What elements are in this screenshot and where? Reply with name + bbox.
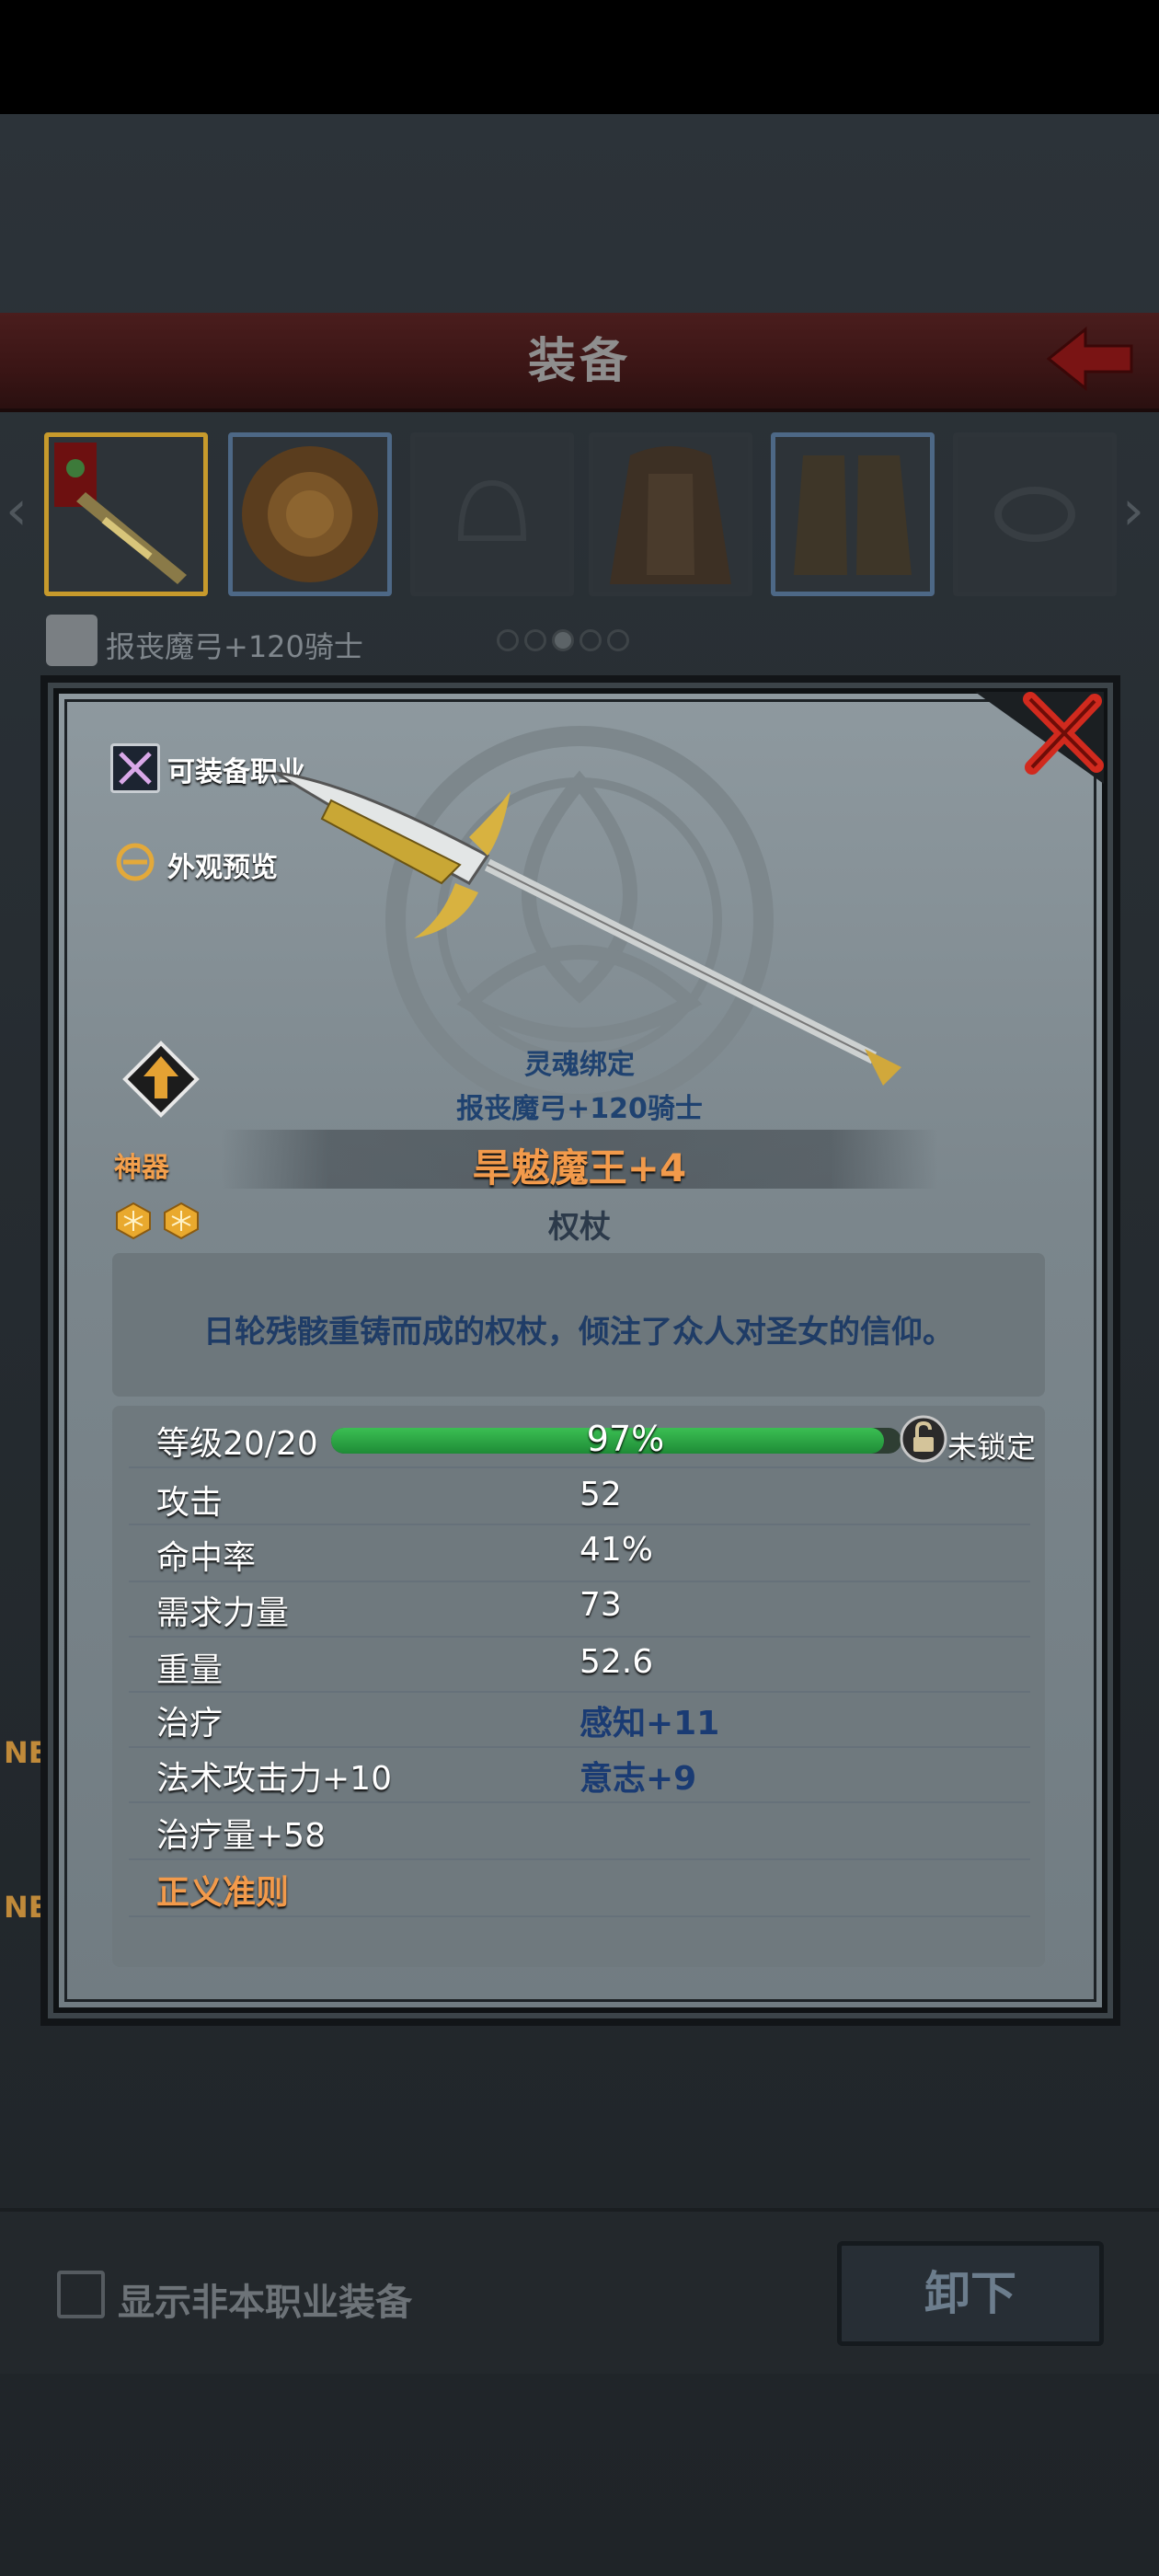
stat-label: 命中率 [156, 1539, 257, 1577]
item-name: 旱魃魔王+4 [472, 1145, 687, 1190]
side-label: NE [4, 1735, 49, 1770]
scepter-icon [54, 443, 187, 584]
stat-label: 治疗量+58 [156, 1817, 326, 1855]
slot-next-icon[interactable]: › [1122, 478, 1144, 543]
appearance-preview-icon[interactable] [114, 841, 156, 883]
set-bonus-label: 正义准则 [156, 1874, 290, 1912]
stat-value: 感知+11 [580, 1705, 720, 1742]
stat-label: 治疗 [156, 1705, 224, 1742]
page-dot [580, 629, 602, 651]
show-other-class-checkbox[interactable] [57, 2271, 105, 2318]
close-icon[interactable] [1014, 688, 1107, 780]
ring-icon [994, 487, 1075, 542]
page-title: 装备 [527, 334, 631, 389]
stat-label: 需求力量 [156, 1594, 290, 1632]
helmet-icon [457, 479, 527, 541]
item-type: 权杖 [548, 1209, 611, 1246]
slot-boots[interactable] [771, 432, 935, 596]
soulbound-label: 灵魂绑定 [524, 1049, 635, 1081]
page-dot [607, 629, 629, 651]
item-description: 日轮残骸重铸而成的权杖，倾注了众人对圣女的信仰。 [203, 1314, 954, 1351]
slot-shield[interactable] [228, 432, 392, 596]
page-dot-active [552, 629, 574, 651]
page-dot [524, 629, 546, 651]
stat-value: 41% [580, 1531, 654, 1569]
stat-value: 52 [580, 1476, 622, 1513]
boots-icon [794, 455, 912, 575]
stat-label: 法术攻击力+10 [156, 1760, 392, 1798]
equippable-classes-icon[interactable] [110, 743, 160, 793]
cloak-armor-icon [610, 446, 731, 584]
sun-shield-icon [242, 446, 378, 582]
slot-armor[interactable] [589, 432, 752, 596]
slot-weapon[interactable] [44, 432, 208, 596]
crossed-swords-icon [119, 752, 152, 785]
lock-open-icon[interactable] [900, 1415, 947, 1463]
stat-value: 73 [580, 1586, 622, 1624]
stat-value: 52.6 [580, 1643, 654, 1681]
stat-label: 重量 [156, 1651, 224, 1689]
page-dot [497, 629, 519, 651]
soulbound-owner: 报丧魔弓+120骑士 [456, 1093, 703, 1125]
slot-helmet[interactable] [410, 432, 574, 596]
side-label: NE [4, 1890, 49, 1925]
level-label: 等级20/20 [156, 1425, 318, 1463]
character-name: 报丧魔弓+120骑士 [106, 629, 363, 664]
unequip-button[interactable]: 卸下 [837, 2241, 1104, 2346]
lock-status: 未锁定 [947, 1430, 1037, 1465]
page-indicator [497, 629, 635, 655]
appearance-preview-button[interactable]: 外观预览 [167, 845, 278, 885]
stat-value: 意志+9 [580, 1760, 697, 1798]
back-arrow-icon[interactable] [1039, 322, 1141, 396]
status-bar [0, 0, 1159, 114]
show-other-class-label: 显示非本职业装备 [118, 2282, 412, 2324]
slot-prev-icon[interactable]: ‹ [6, 478, 28, 543]
avatar [46, 615, 98, 666]
xp-percent: 97% [586, 1419, 665, 1459]
stat-label: 攻击 [156, 1484, 224, 1522]
slot-ring[interactable] [953, 432, 1117, 596]
